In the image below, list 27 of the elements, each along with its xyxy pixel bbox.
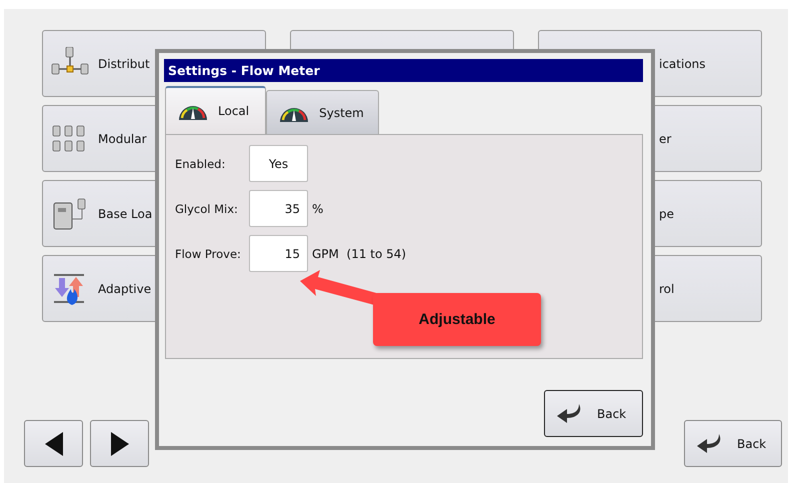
tile-label: Modular (98, 132, 147, 146)
tab[interactable]: Local (165, 86, 266, 134)
tile-label: Distribut (98, 56, 150, 70)
back-button[interactable]: Back (684, 420, 782, 467)
input-field[interactable]: Yes (249, 145, 308, 182)
next-button[interactable] (90, 420, 149, 467)
tile-label: ications (659, 56, 706, 70)
tile-label: pe (659, 206, 674, 220)
tile-label: Base Loa (98, 206, 152, 220)
tab[interactable]: System (266, 90, 379, 134)
unit-label: GPM (11 to 54) (312, 246, 406, 260)
annotation-callout: Adjustable (373, 293, 541, 346)
return-arrow-icon (695, 432, 723, 456)
tile-label: Adaptive (98, 282, 152, 296)
right-triangle-icon (110, 432, 128, 456)
input-field[interactable]: 35 (249, 190, 308, 227)
unit-label: % (312, 202, 324, 216)
field-label: Glycol Mix: (175, 202, 239, 216)
tile-label: er (659, 132, 672, 146)
previous-button[interactable] (24, 420, 83, 467)
field-label: Enabled: (175, 156, 226, 170)
input-field[interactable]: 15 (249, 235, 308, 272)
return-arrow-icon (555, 402, 583, 426)
tile-label: rol (659, 282, 674, 296)
dialog-title: Settings - Flow Meter (164, 59, 643, 82)
left-triangle-icon (44, 432, 62, 456)
back-button[interactable]: Back (544, 390, 643, 437)
